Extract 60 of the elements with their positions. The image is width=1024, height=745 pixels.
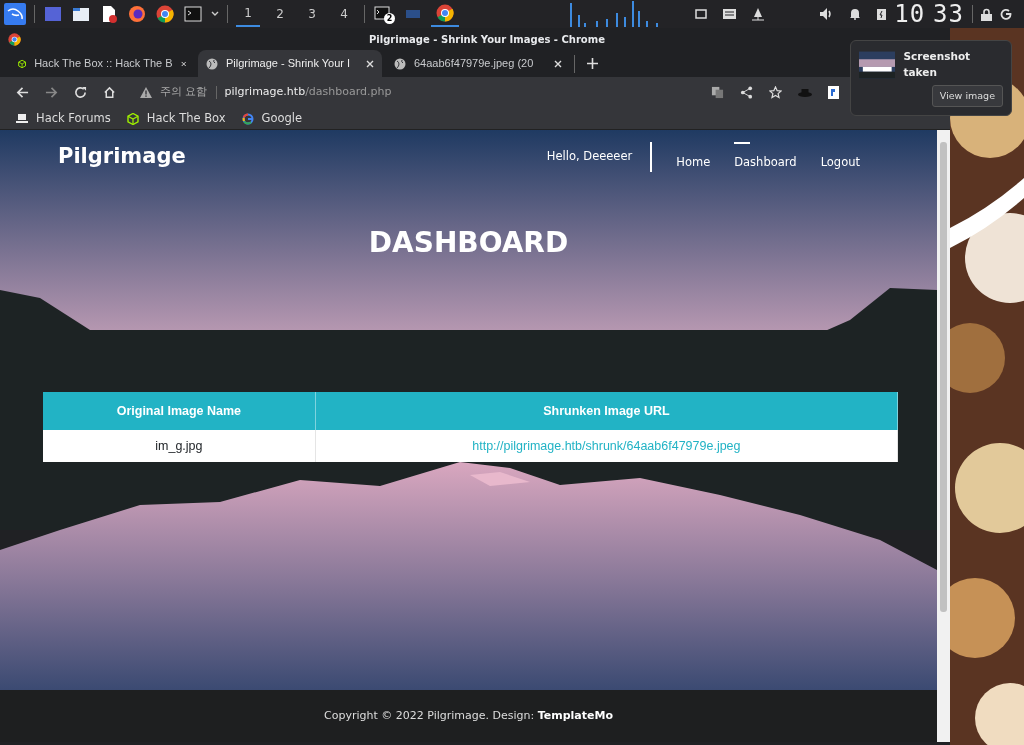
view-image-button[interactable]: View image — [931, 84, 1003, 107]
greeting-text: Hello, Deeeeer — [546, 148, 633, 166]
close-icon[interactable] — [180, 59, 186, 68]
battery-icon[interactable] — [877, 8, 887, 20]
cube-icon — [18, 57, 27, 70]
nav-link[interactable]: Dashboard — [734, 142, 797, 172]
caret-icon[interactable] — [211, 11, 219, 17]
workspace-button[interactable]: 4 — [332, 1, 356, 27]
share-icon[interactable] — [740, 86, 753, 99]
globe-icon — [206, 57, 218, 70]
nav-link[interactable]: Home — [676, 142, 711, 172]
clock-hours: 10 — [894, 1, 926, 27]
bookmark-link[interactable]: Hack Forums — [36, 109, 111, 128]
close-icon[interactable] — [554, 59, 562, 68]
browser-tab[interactable]: Hack The Box :: Hack The B — [10, 50, 194, 77]
chrome-icon[interactable] — [155, 4, 175, 24]
monitor-icon[interactable] — [695, 8, 708, 20]
laptop-icon — [16, 113, 28, 124]
forward-icon[interactable] — [45, 86, 58, 99]
url-text[interactable]: pilgrimage.htb/dashboard.php — [224, 84, 392, 101]
extension-icon[interactable] — [828, 86, 839, 99]
star-icon[interactable] — [769, 86, 782, 99]
cube-icon — [126, 112, 139, 125]
firefox-icon[interactable] — [127, 4, 147, 24]
chrome-icon[interactable] — [435, 3, 455, 23]
back-icon[interactable] — [16, 86, 29, 99]
warning-icon — [140, 87, 152, 98]
workspace-button[interactable]: 2 — [268, 1, 292, 27]
site-logo[interactable]: Pilgrimage — [58, 141, 186, 173]
security-label[interactable]: 주의 요함 — [160, 84, 208, 101]
network-icon[interactable] — [752, 7, 765, 21]
bookmark-link[interactable]: Hack The Box — [146, 109, 226, 128]
reload-icon[interactable] — [74, 86, 87, 99]
globe-icon — [394, 57, 406, 70]
keyboard-icon[interactable] — [723, 9, 737, 19]
new-tab-icon[interactable] — [587, 58, 598, 69]
nav-link[interactable]: Logout — [820, 142, 860, 172]
column-header: Original Image Name — [43, 392, 316, 430]
footer-text: Copyright © 2022 Pilgrimage. Design: TemplateMo — [324, 707, 613, 724]
chrome-icon — [8, 32, 21, 46]
count-badge: 2 — [384, 13, 395, 24]
column-header: Shrunken Image URL — [315, 392, 898, 430]
close-icon[interactable] — [366, 59, 374, 68]
translate-icon[interactable] — [711, 86, 724, 99]
lock-icon[interactable] — [981, 7, 992, 21]
bookmark-link[interactable]: Google — [261, 109, 303, 128]
table-cell: im_g.jpg — [43, 430, 316, 462]
google-icon — [241, 112, 254, 125]
scrollbar[interactable] — [937, 130, 950, 742]
desktop-icon[interactable] — [43, 4, 63, 24]
browser-tab[interactable]: 64aab6f47979e.jpeg (20 — [386, 50, 570, 77]
page-heading: DASHBOARD — [368, 226, 569, 259]
volume-icon[interactable] — [820, 8, 834, 20]
notification-title: Screenshot taken — [903, 49, 972, 80]
home-icon[interactable] — [103, 86, 116, 99]
clock-minutes: 33 — [933, 1, 964, 27]
workspace-button[interactable]: 3 — [300, 1, 324, 27]
bell-icon[interactable] — [849, 8, 862, 20]
window-title: Pilgrimage - Shrink Your Images - Chrome — [369, 32, 605, 47]
browser-tab[interactable]: Pilgrimage - Shrink Your I — [198, 50, 382, 77]
